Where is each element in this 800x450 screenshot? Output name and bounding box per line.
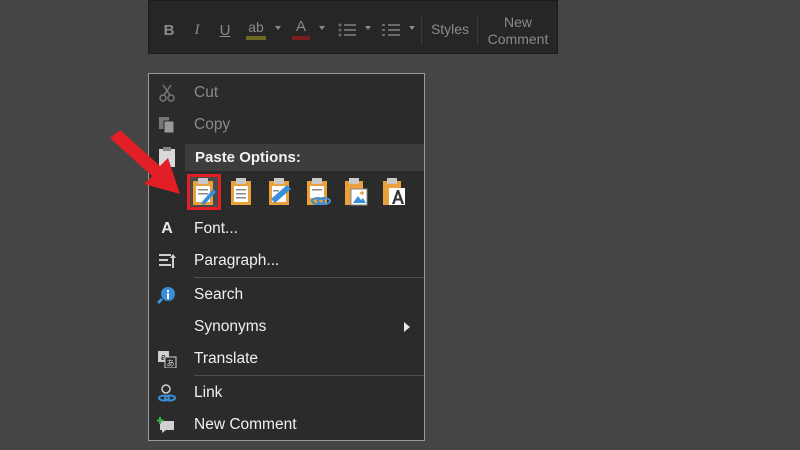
highlight-color-bar xyxy=(246,36,266,40)
menu-separator xyxy=(194,277,424,278)
font-color-label: A xyxy=(295,18,306,35)
synonyms-label: Synonyms xyxy=(194,318,267,335)
toolbar-top-strip xyxy=(149,1,557,9)
highlight-dropdown-icon[interactable] xyxy=(275,26,281,30)
font-color-button[interactable]: A xyxy=(289,17,313,43)
menu-item-translate[interactable]: a あ Translate xyxy=(149,344,424,374)
paste-icon xyxy=(231,178,251,205)
bullets-icon xyxy=(338,23,356,37)
font-icon: A xyxy=(161,220,173,237)
mini-toolbar: B I U ab A Styles New Comment xyxy=(148,0,558,54)
new-comment-icon xyxy=(157,417,174,433)
link-icon xyxy=(158,384,176,402)
keep-text-link-icon xyxy=(307,178,331,205)
keep-source-formatting-icon xyxy=(193,178,216,205)
paste-options-label: Paste Options: xyxy=(195,149,301,166)
cut-label: Cut xyxy=(194,84,219,101)
paste-merge-button[interactable] xyxy=(225,174,259,210)
underline-button[interactable]: U xyxy=(213,17,237,43)
numbering-dropdown-icon[interactable] xyxy=(409,26,415,30)
menu-item-search[interactable]: Search xyxy=(149,280,424,310)
bullets-button[interactable] xyxy=(335,17,359,43)
paragraph-label: Paragraph... xyxy=(194,252,280,269)
numbering-icon xyxy=(382,24,400,36)
menu-item-new-comment[interactable]: New Comment xyxy=(149,410,424,440)
toolbar-divider xyxy=(477,15,478,45)
translate-label: Translate xyxy=(194,350,259,367)
bold-button[interactable]: B xyxy=(157,17,181,43)
link-label: Link xyxy=(194,384,223,401)
paste-link-button[interactable] xyxy=(301,174,335,210)
picture-icon xyxy=(345,178,368,206)
new-comment-label-line2: Comment xyxy=(487,31,549,47)
copy-label: Copy xyxy=(194,116,231,133)
numbering-button[interactable] xyxy=(379,17,403,43)
bullets-dropdown-icon[interactable] xyxy=(365,26,371,30)
menu-item-paragraph[interactable]: Paragraph... xyxy=(149,246,424,276)
new-comment-button[interactable]: New Comment xyxy=(479,14,557,48)
search-label: Search xyxy=(194,286,244,303)
styles-button[interactable]: Styles xyxy=(427,21,473,38)
svg-text:あ: あ xyxy=(167,359,175,368)
menu-item-link[interactable]: Link xyxy=(149,378,424,408)
keep-text-only-icon xyxy=(383,178,405,205)
paste-picture-button[interactable] xyxy=(339,174,373,210)
paste-merge-formatting-button[interactable] xyxy=(263,174,297,210)
paragraph-icon xyxy=(159,254,176,268)
menu-item-synonyms[interactable]: Synonyms xyxy=(149,312,424,342)
paste-options-header: Paste Options: xyxy=(185,144,424,171)
merge-formatting-icon xyxy=(269,178,291,205)
new-comment-label-line1: New xyxy=(503,14,532,30)
translate-icon: a あ xyxy=(158,351,177,368)
toolbar-divider xyxy=(421,15,422,45)
search-icon xyxy=(157,287,175,304)
highlight-label: ab xyxy=(248,19,264,35)
submenu-arrow-icon xyxy=(404,322,410,332)
menu-item-font[interactable]: A Font... xyxy=(149,214,424,244)
font-label: Font... xyxy=(194,220,238,237)
red-arrow-annotation xyxy=(110,130,180,194)
new-comment-label: New Comment xyxy=(194,416,297,433)
font-color-bar xyxy=(292,36,310,40)
scissors-icon xyxy=(159,84,175,102)
menu-separator xyxy=(194,375,424,376)
menu-item-cut[interactable]: Cut xyxy=(149,78,424,108)
highlight-button[interactable]: ab xyxy=(243,17,269,43)
italic-button[interactable]: I xyxy=(185,17,209,43)
paste-keep-text-only-button[interactable] xyxy=(377,174,411,210)
font-color-dropdown-icon[interactable] xyxy=(319,26,325,30)
